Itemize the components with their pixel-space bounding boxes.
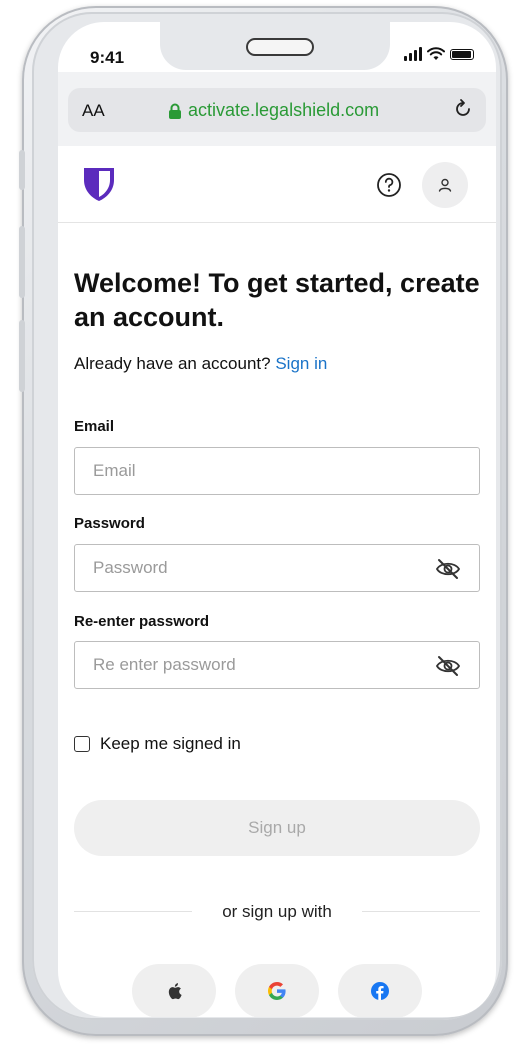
eye-off-icon[interactable] — [435, 557, 461, 581]
wifi-icon — [427, 47, 445, 60]
status-time: 9:41 — [90, 48, 125, 67]
eye-off-icon[interactable] — [435, 654, 461, 678]
user-icon — [438, 178, 452, 192]
url-field[interactable]: AA activate.legalshield.com — [68, 88, 486, 132]
password-field[interactable] — [75, 545, 433, 591]
keep-signed-in-checkbox[interactable] — [74, 736, 90, 752]
google-icon — [268, 982, 286, 1000]
lock-icon — [169, 103, 181, 119]
sign-in-link[interactable]: Sign in — [275, 354, 327, 373]
divider-text: or sign up with — [212, 902, 342, 921]
password-label: Password — [74, 515, 145, 532]
email-field-container — [74, 447, 480, 495]
status-icons — [404, 47, 474, 61]
email-field[interactable] — [75, 448, 433, 494]
page-title: Welcome! To get started, create an accou… — [74, 268, 480, 332]
text-size-button[interactable]: AA — [82, 101, 105, 121]
reenter-password-field[interactable] — [75, 642, 433, 688]
password-field-container — [74, 544, 480, 592]
signin-prompt: Already have an account? Sign in — [74, 354, 327, 374]
url-display[interactable]: activate.legalshield.com — [168, 100, 379, 121]
apple-icon — [168, 983, 182, 1000]
battery-icon — [450, 48, 474, 60]
keep-signed-in-row[interactable]: Keep me signed in — [74, 734, 241, 754]
sign-up-button[interactable]: Sign up — [74, 800, 480, 856]
divider-text-wrap: or sign up with — [74, 902, 480, 922]
phone-screen: 9:41 AA activate.legalshield.com Welcome… — [58, 22, 496, 1017]
question-circle-icon[interactable] — [372, 168, 406, 202]
phone-volume-down-button — [19, 320, 25, 392]
url-text: activate.legalshield.com — [188, 100, 380, 120]
or-sign-up-with-divider: or sign up with — [74, 902, 480, 922]
reenter-password-field-container — [74, 641, 480, 689]
phone-volume-up-button — [19, 226, 25, 298]
apple-signup-button[interactable] — [132, 964, 216, 1017]
signin-prompt-text: Already have an account? — [74, 354, 271, 373]
reload-icon[interactable] — [452, 98, 474, 120]
reenter-password-label: Re-enter password — [74, 613, 210, 630]
facebook-icon — [371, 982, 389, 1000]
facebook-signup-button[interactable] — [338, 964, 422, 1017]
speaker-grille — [246, 38, 314, 56]
shield-logo-icon[interactable] — [82, 166, 116, 202]
cellular-signal-icon — [404, 47, 422, 61]
keep-signed-in-label[interactable]: Keep me signed in — [100, 734, 241, 754]
email-label: Email — [74, 418, 115, 435]
phone-mute-switch — [19, 150, 25, 190]
app-header — [58, 146, 496, 223]
account-button[interactable] — [422, 162, 468, 208]
google-signup-button[interactable] — [235, 964, 319, 1017]
